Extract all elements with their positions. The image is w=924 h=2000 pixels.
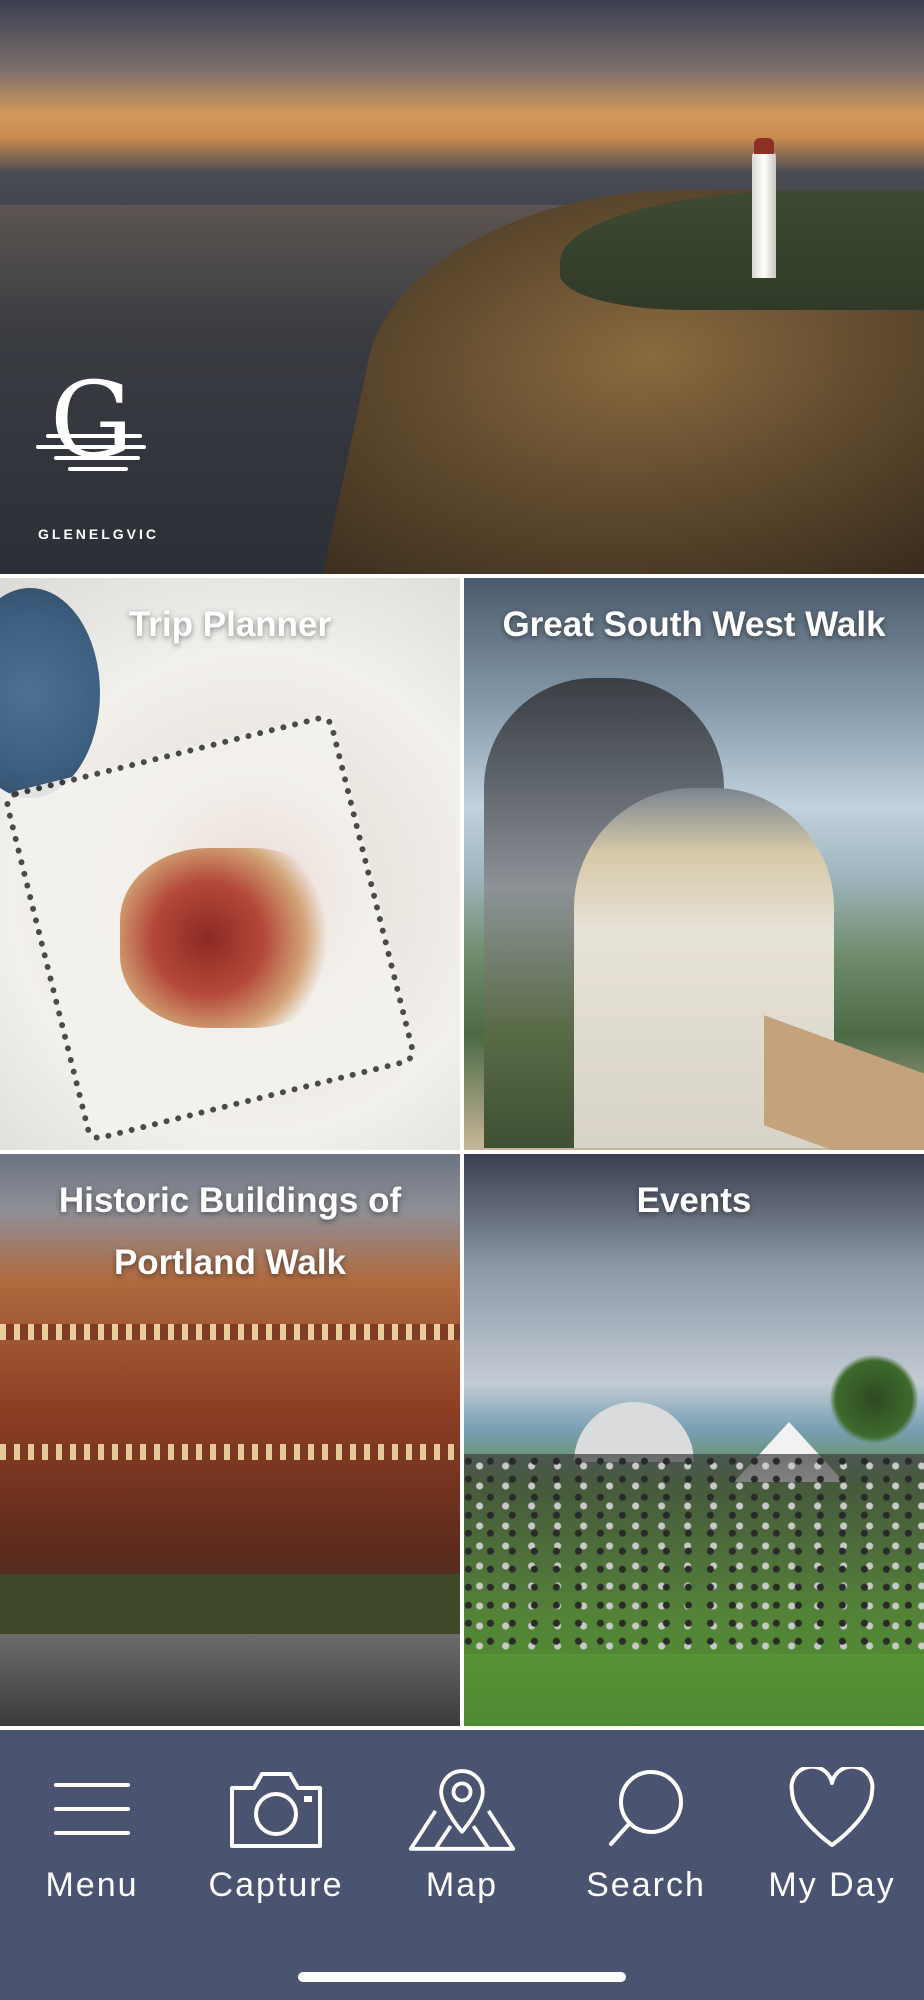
road-image [0, 1634, 460, 1726]
nav-my-day-button[interactable]: My Day [740, 1730, 924, 1920]
railing-image [764, 1015, 924, 1150]
hedge-image [0, 1574, 460, 1634]
nav-search-button[interactable]: Search [554, 1730, 738, 1920]
heart-icon [777, 1754, 887, 1864]
nav-label: My Day [768, 1866, 896, 1904]
tile-events[interactable]: Events [464, 1154, 924, 1726]
camera-icon [221, 1754, 331, 1864]
balcony-image [0, 1324, 460, 1340]
tile-title: Trip Planner [128, 605, 332, 644]
stage-image [574, 1402, 694, 1462]
map-pin-icon [407, 1754, 517, 1864]
lighthouse-image [752, 138, 776, 278]
hero-banner: G GLENELGVIC [0, 0, 924, 574]
tile-title: Historic Buildings of Portland Walk [58, 1181, 402, 1282]
nav-menu-button[interactable]: Menu [0, 1730, 184, 1920]
bottom-nav-bar: Menu Capture Map Search My Day [0, 1730, 924, 2000]
nav-label: Map [425, 1866, 499, 1904]
hamburger-menu-icon [37, 1754, 147, 1864]
nav-capture-button[interactable]: Capture [184, 1730, 368, 1920]
logo-wordmark: GLENELGVIC [38, 526, 160, 542]
tile-title: Great South West Walk [502, 605, 886, 644]
tile-title: Events [636, 1181, 752, 1220]
search-icon [591, 1754, 701, 1864]
nav-label: Capture [208, 1866, 344, 1904]
balcony-image [0, 1444, 460, 1460]
tile-trip-planner[interactable]: Trip Planner [0, 578, 460, 1150]
tile-historic-buildings-walk[interactable]: Historic Buildings of Portland Walk [0, 1154, 460, 1726]
logo-waves-icon [36, 434, 156, 478]
nav-label: Menu [45, 1866, 139, 1904]
nav-label: Search [586, 1866, 706, 1904]
app-screen: G GLENELGVIC Trip Planner Great South We… [0, 0, 924, 2000]
palm-tree-image [829, 1354, 919, 1444]
food-image [120, 848, 340, 1028]
glenelg-logo: G GLENELGVIC [36, 368, 176, 548]
crowd-image [464, 1454, 924, 1654]
home-indicator[interactable] [298, 1972, 626, 1982]
tile-great-south-west-walk[interactable]: Great South West Walk [464, 578, 924, 1150]
nav-map-button[interactable]: Map [370, 1730, 554, 1920]
